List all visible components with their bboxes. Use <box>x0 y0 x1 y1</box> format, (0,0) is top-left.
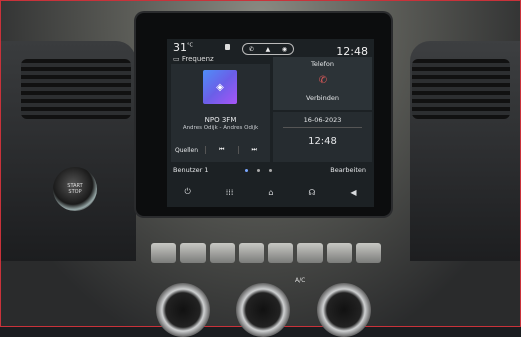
ac-label: A/C <box>295 277 306 284</box>
cast-status-icon: ◉ <box>281 45 288 53</box>
skip-forward-icon[interactable]: ⏭ <box>239 146 271 154</box>
hardware-button[interactable] <box>238 243 264 263</box>
profile-bar: Benutzer 1 Bearbeiten <box>167 165 374 177</box>
hardware-button[interactable] <box>268 243 294 263</box>
outside-temperature: 31°C <box>173 41 193 54</box>
engine-start-button: START STOP <box>53 167 97 211</box>
phone-title: Telefon <box>310 60 335 68</box>
climate-knob-center[interactable] <box>236 283 290 337</box>
station-logo: ◈ <box>203 70 237 104</box>
navigation-bar: ⏻ ⁞⁞⁞ ⌂ ☊ ◀ <box>167 183 374 201</box>
page-dot[interactable] <box>257 169 260 172</box>
connect-button[interactable]: Verbinden <box>273 94 372 102</box>
hardware-button[interactable] <box>209 243 235 263</box>
date-text: 16-06-2023 <box>303 116 342 124</box>
phone-icon: ✆ <box>318 75 328 86</box>
edit-button[interactable]: Bearbeiten <box>330 166 366 174</box>
climate-knob-right[interactable] <box>317 283 371 337</box>
phone-widget[interactable]: Telefon ✆ Verbinden <box>273 57 372 110</box>
skip-back-icon[interactable]: ⏮ <box>206 146 238 154</box>
page-dot[interactable] <box>245 169 248 172</box>
climate-knob-left[interactable] <box>156 283 210 337</box>
phone-status-icon: ✆ <box>248 45 254 53</box>
hardware-button[interactable] <box>151 243 177 263</box>
apps-grid-icon[interactable]: ⁞⁞⁞ <box>226 188 234 197</box>
hardware-button[interactable] <box>355 243 381 263</box>
voice-assistant-icon[interactable]: ☊ <box>308 188 315 197</box>
power-icon[interactable]: ⏻ <box>184 187 190 197</box>
temperature-unit: °C <box>187 42 193 49</box>
page-dot[interactable] <box>269 169 272 172</box>
artist-name: Andres Odijk - Andres Odijk <box>182 125 259 131</box>
source-label: Frequenz <box>181 55 214 63</box>
sources-button[interactable]: Quellen <box>171 147 205 154</box>
hardware-button[interactable] <box>326 243 352 263</box>
temperature-value: 31 <box>173 41 187 54</box>
page-indicator[interactable] <box>245 169 272 172</box>
user-profile-button[interactable]: Benutzer 1 <box>173 166 209 174</box>
navigation-status-icon: ▲ <box>265 45 271 53</box>
infotainment-screen: 31°C ✆ ▲ ◉ 12:48 ▭ Frequenz ◈ NPO 3FM An… <box>167 39 374 207</box>
radio-icon: ▭ <box>173 55 180 63</box>
hardware-button[interactable] <box>180 243 206 263</box>
clock-widget[interactable]: 16-06-2023 12:48 <box>273 112 372 162</box>
air-vent-left <box>21 59 131 119</box>
home-icon[interactable]: ⌂ <box>268 188 273 197</box>
divider <box>283 127 362 128</box>
broadcast-icon: ◈ <box>216 81 224 93</box>
document-icon <box>225 44 230 50</box>
clock-time: 12:48 <box>308 136 337 147</box>
status-icons[interactable]: ✆ ▲ ◉ <box>242 43 294 55</box>
air-vent-right <box>412 59 510 119</box>
media-controls: Quellen ⏮ ⏭ <box>171 144 270 156</box>
hardware-button-row <box>151 243 381 263</box>
media-source-label: ▭ Frequenz <box>173 55 214 63</box>
volume-icon[interactable]: ◀ <box>350 188 356 197</box>
photo-background: START STOP 31°C ✆ ▲ ◉ 12:48 ▭ Frequenz ◈… <box>0 0 521 337</box>
station-name: NPO 3FM <box>204 116 237 124</box>
hardware-button[interactable] <box>297 243 323 263</box>
media-widget[interactable]: ◈ NPO 3FM Andres Odijk - Andres Odijk Qu… <box>171 64 270 162</box>
